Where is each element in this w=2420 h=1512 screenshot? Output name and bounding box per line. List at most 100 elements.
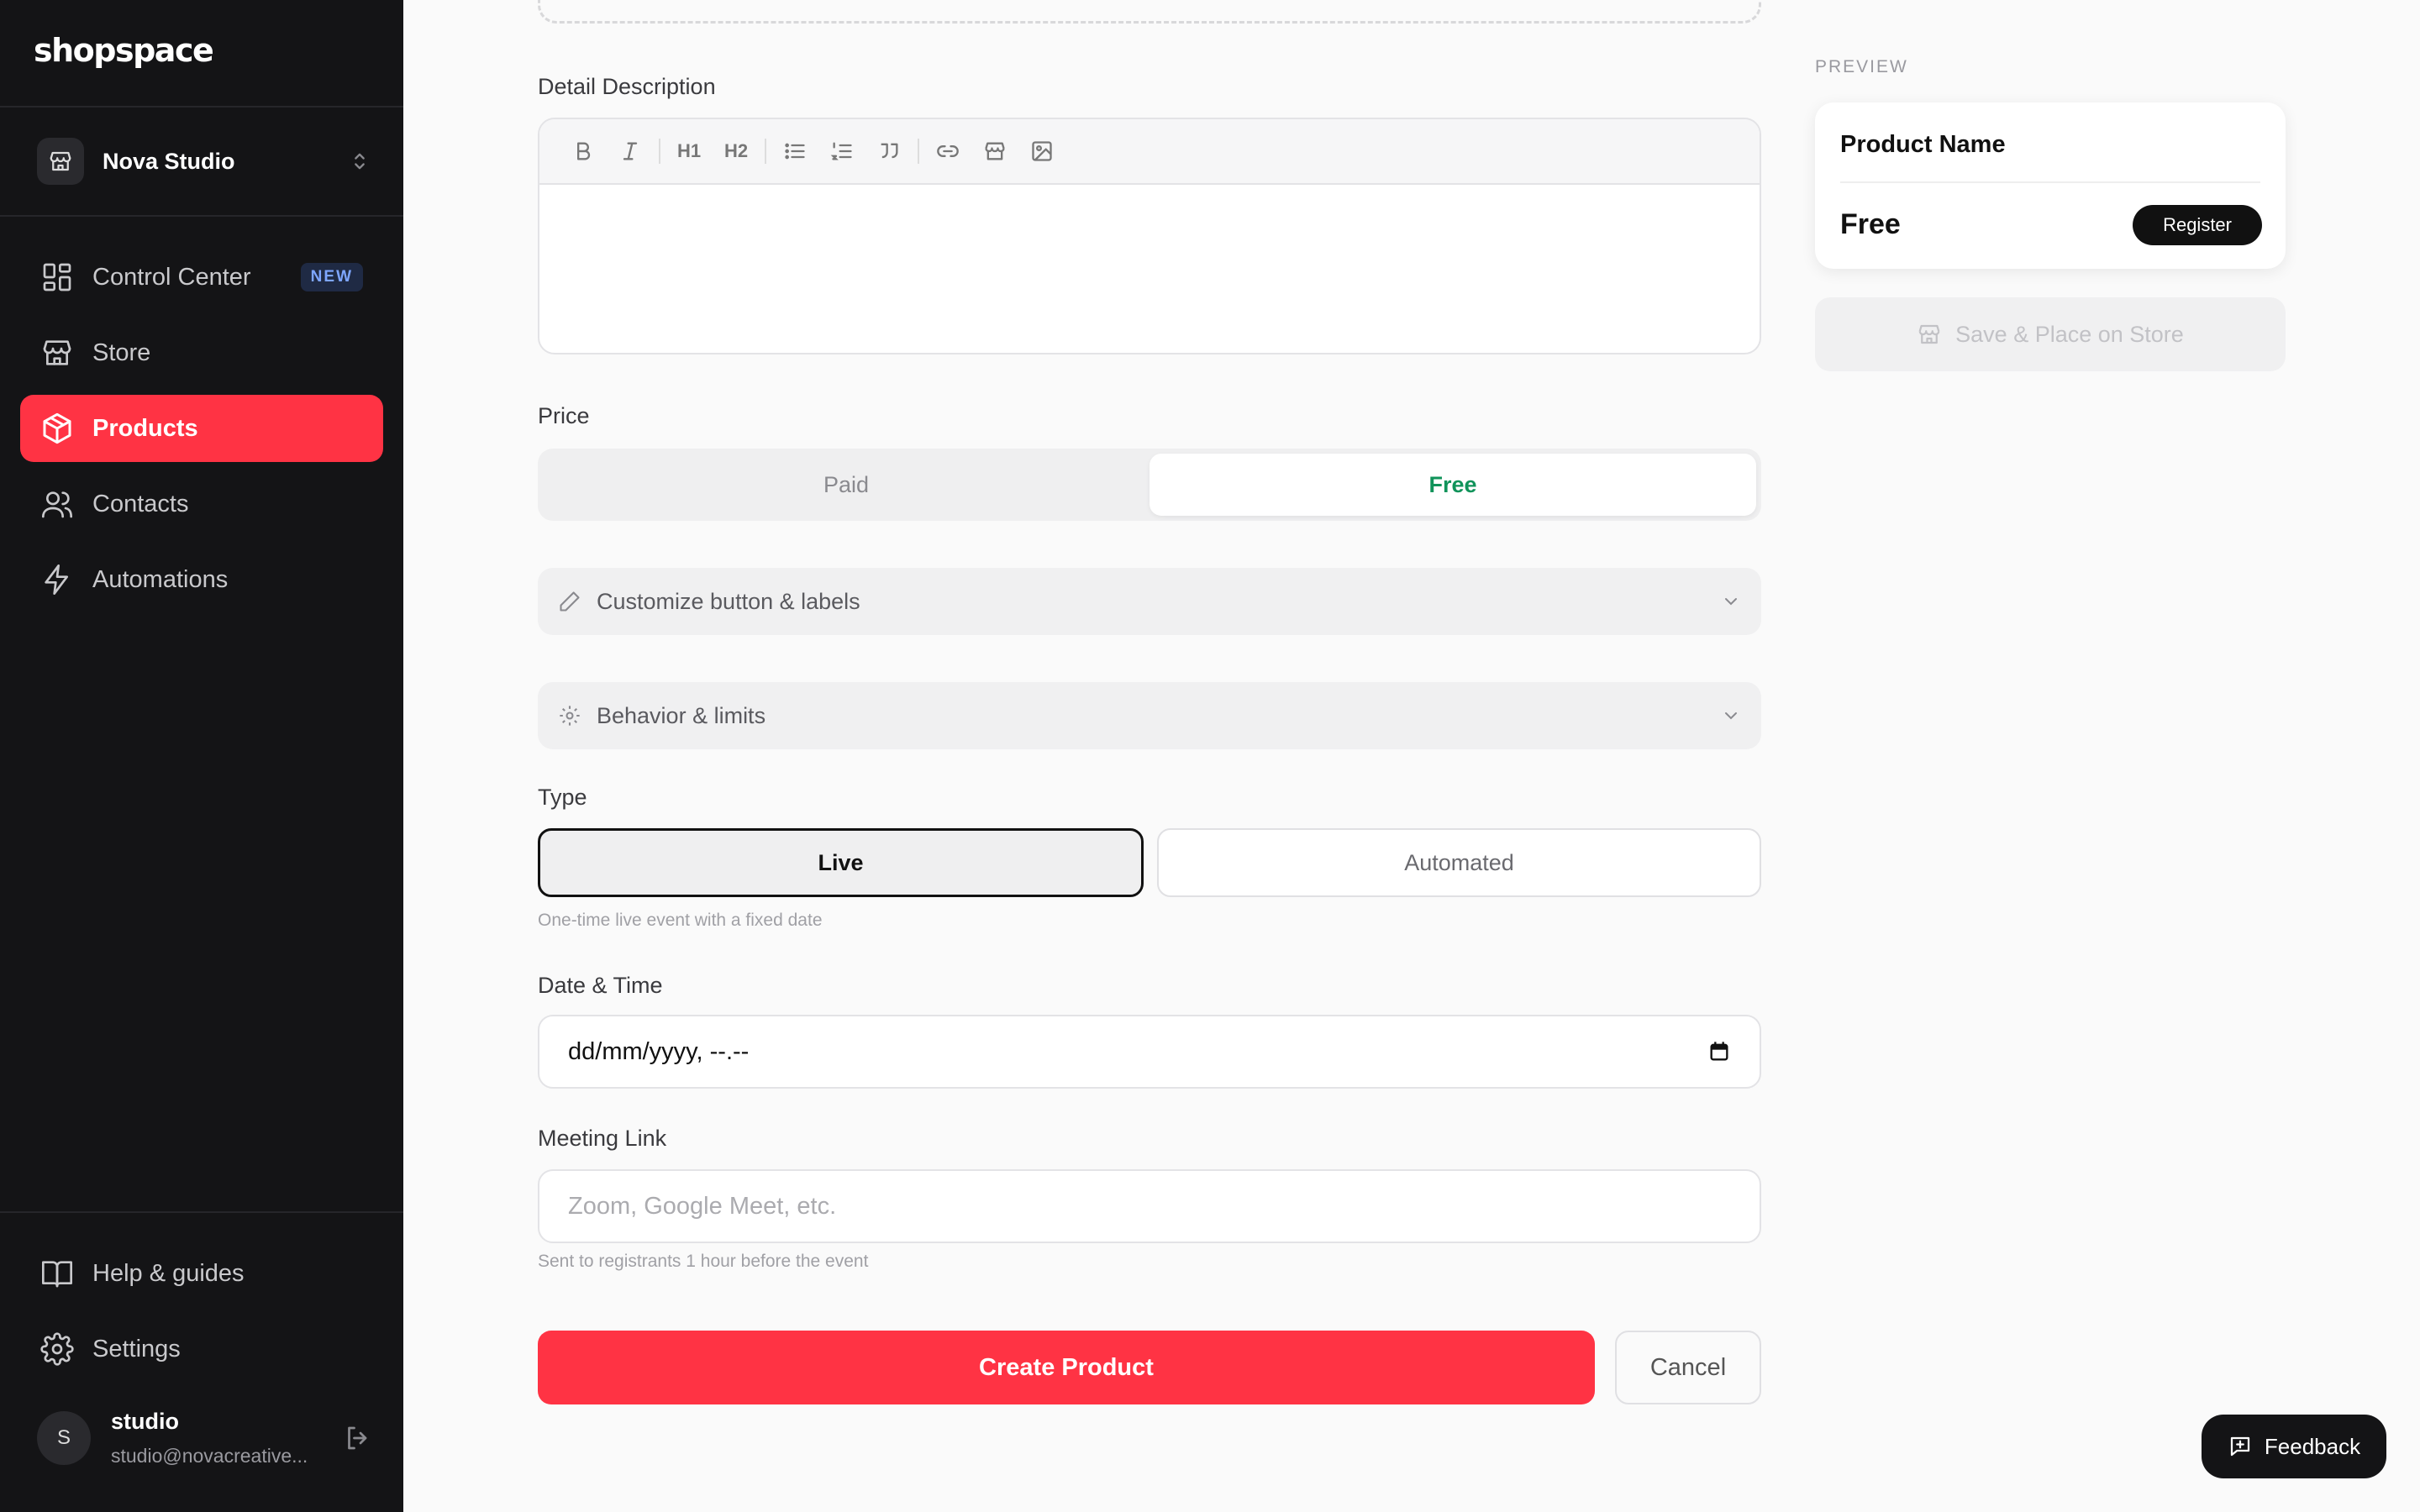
toolbar-separator — [918, 139, 919, 164]
workspace-switcher[interactable]: Nova Studio — [37, 134, 373, 188]
bolt-icon — [45, 564, 68, 595]
customize-accordion[interactable]: Customize button & labels — [538, 568, 1761, 635]
sidebar-divider — [0, 1211, 403, 1213]
heading-1-button[interactable]: H1 — [666, 128, 713, 175]
secondary-nav: Help & guides Settings — [20, 1240, 383, 1391]
save-place-store-label: Save & Place on Store — [1955, 321, 2184, 347]
nav-item-store[interactable]: Store — [20, 319, 383, 386]
image-dropzone[interactable] — [538, 0, 1761, 24]
store-embed-button[interactable] — [971, 128, 1018, 175]
type-option-automated[interactable]: Automated — [1157, 828, 1761, 897]
nav-item-contacts[interactable]: Contacts — [20, 470, 383, 538]
datetime-value: dd/mm/yyyy, --.-- — [568, 1037, 750, 1065]
nav-item-control-center[interactable]: Control Center NEW — [20, 244, 383, 311]
heading-1-label: H1 — [676, 140, 702, 161]
user-profile[interactable]: S studio studio@novacreative... — [37, 1403, 373, 1473]
meeting-link-label: Meeting Link — [538, 1126, 667, 1151]
preview-card: Product Name Free Register — [1815, 102, 2286, 269]
store-icon — [1918, 324, 1940, 344]
create-product-button[interactable]: Create Product — [538, 1331, 1595, 1404]
app-logo[interactable]: shopspace — [34, 32, 214, 69]
image-icon — [1032, 141, 1052, 161]
logout-icon[interactable] — [343, 1423, 373, 1453]
nav-label: Automations — [92, 565, 229, 593]
book-icon — [42, 1261, 72, 1288]
sidebar-divider — [0, 215, 403, 217]
italic-button[interactable] — [607, 128, 654, 175]
store-icon — [43, 340, 71, 365]
gear-icon — [40, 1332, 74, 1366]
behavior-accordion[interactable]: Behavior & limits — [538, 682, 1761, 749]
sidebar: shopspace Nova Studio Control Center NEW… — [0, 0, 403, 1512]
new-badge: NEW — [300, 263, 363, 291]
calendar-icon[interactable] — [1707, 1040, 1731, 1063]
rich-text-editor: H1 H2 — [538, 118, 1761, 354]
pencil-icon — [560, 591, 580, 612]
chevron-up-down-icon — [355, 153, 365, 170]
store-icon — [37, 138, 84, 185]
feedback-label: Feedback — [2264, 1433, 2361, 1459]
gear-icon — [560, 706, 580, 726]
preview-divider — [1840, 181, 2260, 183]
bullet-list-icon — [785, 143, 805, 160]
feedback-button[interactable]: Feedback — [2202, 1415, 2386, 1478]
toolbar-separator — [659, 139, 660, 164]
behavior-label: Behavior & limits — [597, 702, 766, 728]
link-button[interactable] — [924, 128, 971, 175]
nav-item-settings[interactable]: Settings — [20, 1315, 383, 1383]
meeting-link-placeholder: Zoom, Google Meet, etc. — [568, 1192, 837, 1220]
user-email: studio@novacreative... — [111, 1445, 308, 1467]
user-info: studio studio@novacreative... — [111, 1409, 343, 1467]
cancel-button[interactable]: Cancel — [1615, 1331, 1761, 1404]
type-option-live[interactable]: Live — [538, 828, 1144, 897]
detail-description-label: Detail Description — [538, 74, 716, 99]
price-option-paid[interactable]: Paid — [543, 454, 1150, 516]
nav-item-automations[interactable]: Automations — [20, 546, 383, 613]
price-label: Price — [538, 403, 590, 428]
quote-icon — [881, 143, 898, 159]
store-icon — [985, 142, 1005, 160]
italic-icon — [623, 142, 638, 160]
preview-price: Free — [1840, 208, 1901, 240]
nav-label: Store — [92, 339, 151, 366]
meeting-link-hint: Sent to registrants 1 hour before the ev… — [538, 1252, 869, 1271]
nav-label: Help & guides — [92, 1259, 245, 1287]
bold-button[interactable] — [560, 128, 607, 175]
price-option-free[interactable]: Free — [1150, 454, 1756, 516]
customize-label: Customize button & labels — [597, 588, 860, 614]
nav-label: Products — [92, 414, 198, 442]
numbered-list-button[interactable] — [818, 128, 865, 175]
type-hint: One-time live event with a fixed date — [538, 911, 823, 930]
chevron-down-icon — [1725, 712, 1737, 720]
price-toggle: Paid Free — [538, 449, 1761, 521]
datetime-input[interactable]: dd/mm/yyyy, --.-- — [538, 1015, 1761, 1089]
link-icon — [937, 145, 959, 157]
type-label: Type — [538, 785, 587, 810]
nav-item-products[interactable]: Products — [20, 395, 383, 462]
heading-2-label: H2 — [723, 140, 749, 161]
box-icon — [43, 412, 71, 444]
user-name: studio — [111, 1409, 179, 1434]
workspace-name: Nova Studio — [103, 148, 235, 174]
editor-toolbar: H1 H2 — [539, 119, 1760, 185]
grid-icon — [43, 263, 71, 291]
meeting-link-input[interactable]: Zoom, Google Meet, etc. — [538, 1169, 1761, 1243]
preview-label: PREVIEW — [1815, 57, 1908, 76]
preview-register-button[interactable]: Register — [2133, 205, 2262, 245]
numbered-list-icon — [830, 142, 852, 160]
nav-item-help[interactable]: Help & guides — [20, 1240, 383, 1307]
image-button[interactable] — [1018, 128, 1065, 175]
users-icon — [42, 491, 72, 518]
editor-content[interactable] — [539, 185, 1760, 353]
chevron-down-icon — [1725, 598, 1737, 606]
type-toggle: Live Automated — [538, 828, 1761, 897]
save-place-store-button[interactable]: Save & Place on Store — [1815, 297, 2286, 371]
bullet-list-button[interactable] — [771, 128, 818, 175]
nav-label: Settings — [92, 1335, 181, 1362]
heading-2-button[interactable]: H2 — [713, 128, 760, 175]
feedback-icon — [2230, 1436, 2250, 1457]
datetime-label: Date & Time — [538, 973, 663, 998]
nav-label: Contacts — [92, 490, 189, 517]
toolbar-separator — [765, 139, 766, 164]
quote-button[interactable] — [865, 128, 913, 175]
